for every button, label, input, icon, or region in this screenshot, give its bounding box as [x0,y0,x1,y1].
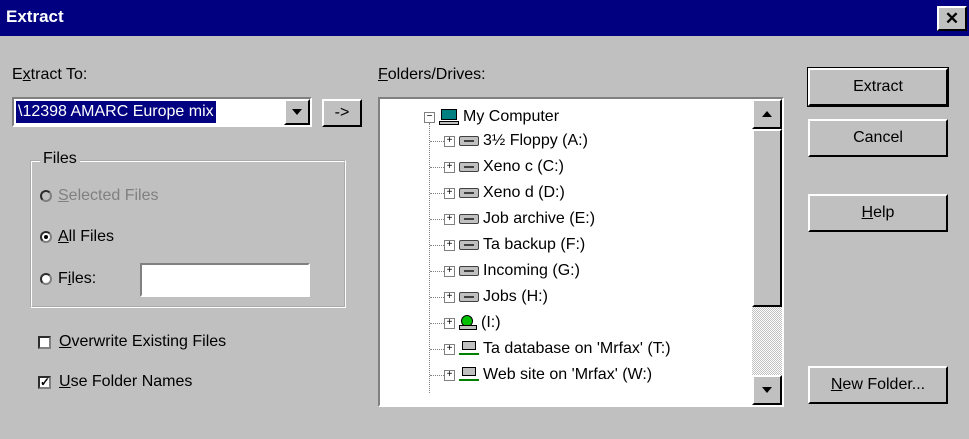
tree-guide-line [429,123,430,393]
title-bar: Extract ✕ [0,0,969,36]
cd-drive-icon [459,315,477,331]
tree-item-my-computer[interactable]: − My Computer [424,105,559,129]
tree-item-drive[interactable]: + (I:) [444,311,501,335]
tree-guide-line [430,219,444,220]
files-filter-radio[interactable]: Files: [40,270,96,288]
extract-to-combobox[interactable]: \12398 AMARC Europe mix [12,97,312,127]
tree-item-drive[interactable]: + Xeno c (C:) [444,155,564,179]
expand-icon[interactable]: + [444,265,455,277]
tree-item-label: Jobs (H:) [483,288,548,305]
floppy-drive-icon [459,136,479,146]
help-button[interactable]: Help [808,194,948,232]
hard-drive-icon [459,162,479,172]
browse-arrow-button[interactable]: -> [322,99,362,127]
cancel-button-label: Cancel [853,129,903,146]
tree-guide-line [430,375,444,376]
checkbox-unchecked-icon [38,335,51,349]
files-filter-input[interactable] [140,263,310,297]
network-drive-icon [459,367,479,383]
tree-guide-line [430,167,444,168]
tree-item-label: My Computer [463,108,560,125]
window-title: Extract [6,7,64,26]
chevron-down-icon [762,387,772,393]
computer-icon [439,109,459,125]
tree-item-label: Xeno c (C:) [483,158,564,175]
files-legend: Files [40,150,80,168]
browse-arrow-label: -> [334,104,350,121]
expand-icon[interactable]: + [444,161,455,173]
all-files-radio[interactable]: All Files [40,228,114,246]
use-folder-names-checkbox[interactable]: ✓ Use Folder Names [38,373,192,391]
tree-guide-line [430,193,444,194]
extract-button-label: Extract [853,78,903,95]
new-folder-button[interactable]: New Folder... [808,366,948,404]
hard-drive-icon [459,292,479,302]
overwrite-existing-label: Overwrite Existing Files [59,333,227,350]
cancel-button[interactable]: Cancel [808,119,948,157]
new-folder-button-label: New Folder... [830,376,926,393]
overwrite-existing-checkbox[interactable]: Overwrite Existing Files [38,333,226,351]
folders-drives-label: Folders/Drives: [378,66,486,83]
close-icon: ✕ [944,8,960,28]
expand-icon[interactable]: + [444,369,455,381]
scroll-down-button[interactable] [752,375,782,405]
tree-item-label: 3½ Floppy (A:) [483,132,588,149]
expand-icon[interactable]: + [444,187,455,199]
tree-item-drive[interactable]: + Ta database on 'Mrfax' (T:) [444,337,671,361]
expand-icon[interactable]: + [444,213,455,225]
network-drive-icon [459,341,479,357]
checkbox-checked-icon: ✓ [38,374,51,389]
radio-circle-icon [40,273,52,285]
folders-tree[interactable]: − My Computer +3½ Floppy (A:) + Xeno c (C:… [378,97,784,407]
tree-item-label: Ta database on 'Mrfax' (T:) [483,340,671,357]
tree-guide-line [430,245,444,246]
all-files-label: All Files [58,228,115,245]
tree-item-drive[interactable]: + Ta backup (F:) [444,233,585,257]
files-filter-label: Files: [58,270,97,287]
tree-item-label: Web site on 'Mrfax' (W:) [483,366,653,383]
use-folder-names-label: Use Folder Names [59,373,193,390]
expand-icon[interactable]: + [444,239,455,251]
hard-drive-icon [459,240,479,250]
tree-item-label: Incoming (G:) [483,262,580,279]
selected-files-label: Selected Files [58,187,159,204]
extract-to-dropdown-button[interactable] [284,99,310,125]
tree-guide-line [430,323,444,324]
tree-guide-line [430,297,444,298]
radio-circle-icon [40,190,52,202]
tree-guide-line [430,271,444,272]
radio-selected-icon [40,231,52,243]
close-button[interactable]: ✕ [937,6,967,31]
tree-item-label: Job archive (E:) [483,210,596,227]
expand-icon[interactable]: + [444,291,455,303]
hard-drive-icon [459,188,479,198]
tree-item-drive[interactable]: +3½ Floppy (A:) [444,129,588,153]
tree-item-drive[interactable]: + Job archive (E:) [444,207,595,231]
extract-to-label: Extract To: [12,66,88,83]
tree-item-drive[interactable]: + Web site on 'Mrfax' (W:) [444,363,652,387]
extract-button[interactable]: Extract [807,67,949,107]
tree-scrollbar[interactable] [752,99,782,405]
tree-item-label: Xeno d (D:) [483,184,565,201]
expand-icon[interactable]: + [444,135,455,147]
collapse-icon: − [424,111,435,123]
chevron-up-icon [762,111,772,117]
tree-item-drive[interactable]: + Incoming (G:) [444,259,580,283]
tree-item-label: (I:) [481,314,501,331]
help-button-label: Help [861,204,895,221]
hard-drive-icon [459,214,479,224]
expand-icon[interactable]: + [444,317,455,329]
hard-drive-icon [459,266,479,276]
tree-item-drive[interactable]: + Xeno d (D:) [444,181,565,205]
selected-files-radio[interactable]: Selected Files [40,187,159,205]
tree-guide-line [430,349,444,350]
expand-icon[interactable]: + [444,343,455,355]
scroll-thumb[interactable] [752,129,782,307]
extract-to-value: \12398 AMARC Europe mix [16,101,216,123]
tree-guide-line [430,141,444,142]
scroll-up-button[interactable] [752,99,782,129]
chevron-down-icon [292,109,302,115]
tree-item-label: Ta backup (F:) [483,236,586,253]
tree-item-drive[interactable]: + Jobs (H:) [444,285,548,309]
